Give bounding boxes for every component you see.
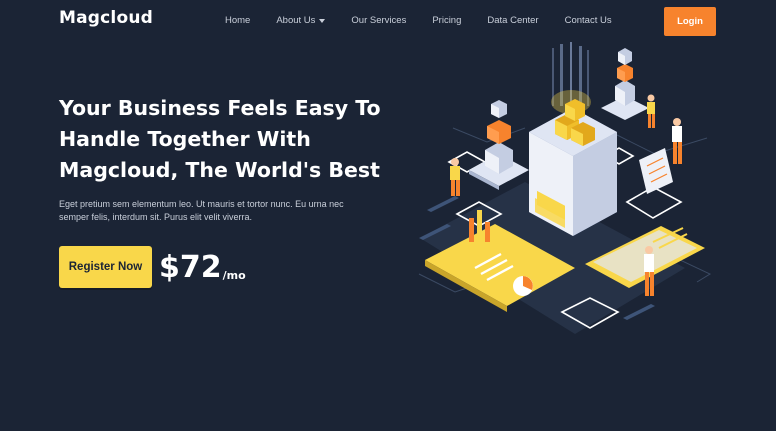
logo[interactable]: Magcloud [59, 8, 153, 28]
left-cube-stack [469, 100, 529, 190]
nav-data-center[interactable]: Data Center [487, 15, 538, 26]
price-amount: $72 [159, 250, 222, 285]
nav-home[interactable]: Home [225, 15, 250, 26]
hero-description-line: Eget pretium sem elementum leo. Ut mauri… [59, 199, 344, 209]
right-cube-stack [601, 48, 649, 120]
hero-title-line: Handle Together With [59, 127, 311, 151]
nav-data-center-label: Data Center [487, 15, 539, 26]
register-now-button[interactable]: Register Now [59, 246, 152, 288]
hero-title-line: Magcloud, The World's Best [59, 158, 380, 182]
person-right [639, 118, 682, 194]
person-top-right [647, 94, 655, 128]
nav-about-us[interactable]: About Us [276, 15, 326, 26]
login-button[interactable]: Login [664, 7, 716, 36]
hero-title: Your Business Feels Easy To Handle Toget… [59, 93, 399, 186]
hero-title-line: Your Business Feels Easy To [59, 96, 381, 120]
price-unit: /mo [222, 269, 246, 282]
nav-contact-us-label: Contact Us [564, 15, 612, 26]
nav-contact-us[interactable]: Contact Us [565, 15, 612, 26]
hero-description: Eget pretium sem elementum leo. Ut mauri… [59, 198, 379, 224]
nav-our-services-label: Our Services [351, 15, 407, 26]
nav-our-services[interactable]: Our Services [351, 15, 406, 26]
person-left [450, 158, 460, 196]
price: $72 /mo [159, 251, 246, 285]
nav-pricing-label: Pricing [432, 15, 462, 26]
caret-down-icon [319, 18, 326, 23]
hero-description-line: semper felis, interdum sit. Purus elit v… [59, 212, 253, 222]
isometric-cloud-illustration [418, 42, 712, 334]
main-nav: Home About Us Our Services Pricing Data … [225, 15, 638, 26]
nav-about-us-label: About Us [276, 15, 316, 26]
nav-home-label: Home [225, 15, 251, 26]
nav-pricing[interactable]: Pricing [432, 15, 461, 26]
